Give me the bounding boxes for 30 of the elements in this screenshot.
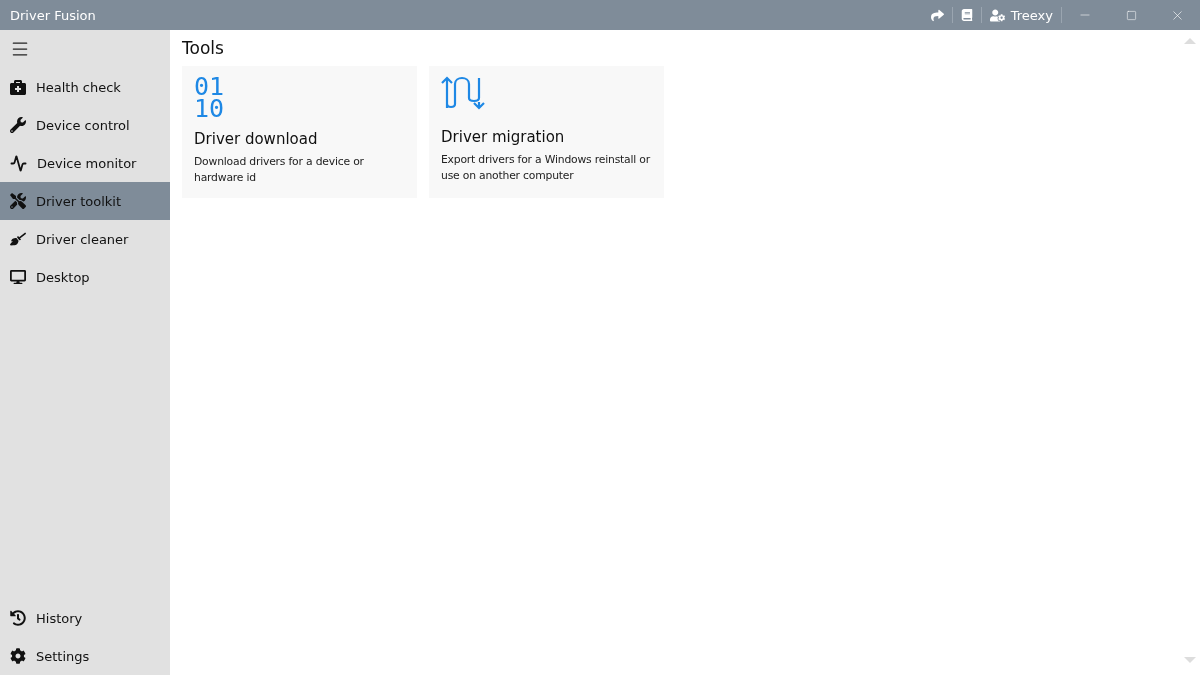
sidebar-item[interactable]: History	[0, 599, 170, 637]
wrench-icon	[10, 117, 26, 133]
sidebar-item[interactable]: Device monitor	[0, 144, 170, 182]
card-title: Driver migration	[441, 128, 566, 146]
sidebar-item[interactable]: Settings	[0, 637, 170, 675]
monitor-icon	[10, 269, 26, 285]
sidebar-item[interactable]: Desktop	[0, 258, 170, 296]
scroll-down-icon[interactable]	[1184, 657, 1196, 663]
scroll-up-icon[interactable]	[1184, 38, 1196, 44]
window-title: Driver Fusion	[10, 7, 97, 23]
medical-kit-icon	[10, 79, 26, 95]
binary-icon: 01 10	[194, 74, 405, 124]
tools-icon	[10, 193, 26, 209]
card-title: Driver download	[194, 130, 319, 148]
sidebar-item[interactable]: Device control	[0, 106, 170, 144]
tool-card[interactable]: 01 10 Driver download Download drivers for a device or hardware id	[182, 66, 417, 198]
sidebar-item[interactable]: Driver toolkit	[0, 182, 170, 220]
broom-icon	[10, 231, 26, 247]
heartbeat-icon	[10, 154, 27, 172]
swap-arrows-icon	[441, 74, 485, 110]
tool-card[interactable]: Driver migration Export drivers for a Windows reinstall or use on another computer	[429, 66, 664, 198]
card-description: Export drivers for a Windows reinstall or use on another computer	[441, 152, 652, 184]
sidebar-item[interactable]: Health check	[0, 68, 170, 106]
history-icon	[10, 610, 26, 626]
user-gear-icon	[989, 7, 1005, 23]
maximize-icon	[1125, 9, 1137, 21]
page-title: Tools	[182, 38, 225, 58]
card-description: Download drivers for a device or hardware id	[194, 154, 365, 186]
settings-icon	[10, 648, 26, 664]
sidebar-item[interactable]: Driver cleaner	[0, 220, 170, 258]
